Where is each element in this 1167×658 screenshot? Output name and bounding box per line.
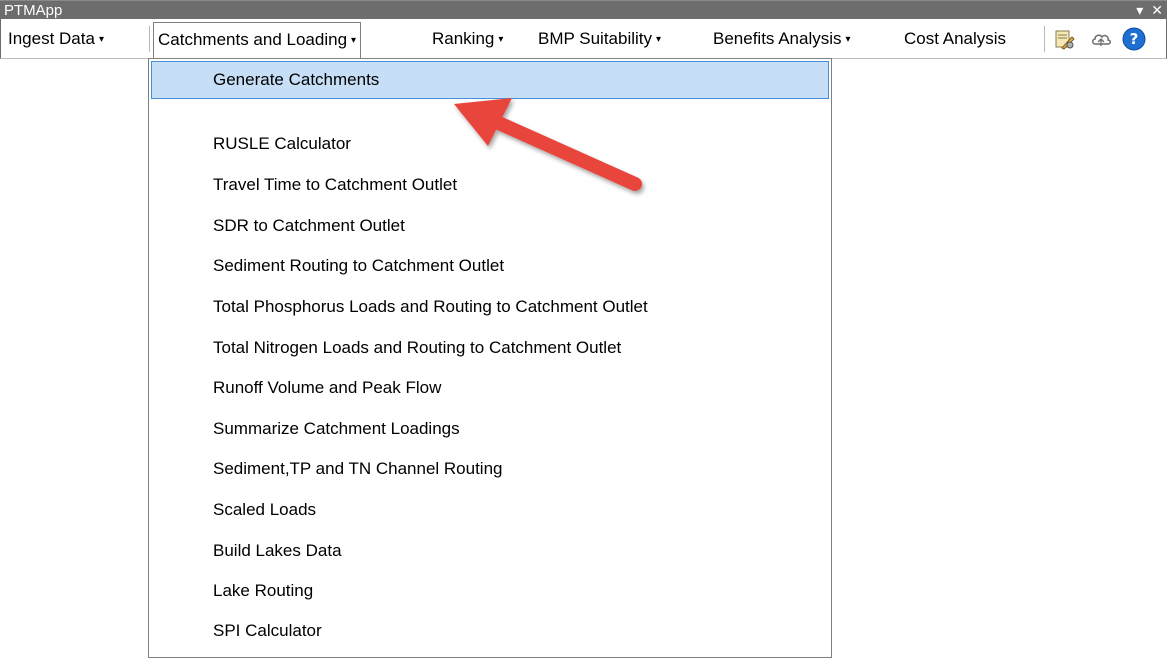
chevron-down-icon: ▾ [98,34,104,45]
help-icon[interactable]: ? [1122,27,1146,51]
chevron-down-icon: ▾ [845,34,851,45]
menu-catchments-and-loading[interactable]: Catchments and Loading ▾ [153,22,362,59]
menu-cost-analysis[interactable]: Cost Analysis [900,22,1010,56]
menu-label: BMP Suitability [538,29,653,48]
menu-item-lake-routing[interactable]: Lake Routing [151,572,829,610]
menu-label: Cost Analysis [904,29,1007,48]
toolbar-divider [149,26,150,52]
chevron-down-icon: ▾ [351,35,357,46]
toolbar-divider [1044,26,1045,52]
menu-label: Ranking [432,29,495,48]
ptmapp-toolbar: Ingest Data ▾ Catchments and Loading ▾ Ran… [0,19,1167,59]
menu-ranking[interactable]: Ranking ▾ [428,22,507,56]
close-icon[interactable]: ✕ [1151,1,1163,20]
menu-bmp-suitability[interactable]: BMP Suitability ▾ [534,22,665,56]
menu-benefits-analysis[interactable]: Benefits Analysis ▾ [709,22,855,56]
menu-item-channel-routing[interactable]: Sediment,TP and TN Channel Routing [151,450,829,488]
chevron-down-icon: ▾ [498,34,504,45]
menu-label: Benefits Analysis [713,29,842,48]
window-controls: ▾ ✕ [1136,1,1163,20]
menu-label: Ingest Data [8,29,95,48]
panel-title: PTMApp [4,2,63,19]
menu-item-runoff-volume[interactable]: Runoff Volume and Peak Flow [151,369,829,407]
menu-item-summarize-loadings[interactable]: Summarize Catchment Loadings [151,410,829,448]
tools-icon[interactable] [1053,28,1075,50]
menu-item-build-lakes-data[interactable]: Build Lakes Data [151,532,829,570]
menu-label: Catchments and Loading [158,30,348,49]
menu-item-scaled-loads[interactable]: Scaled Loads [151,491,829,529]
menu-item-total-nitrogen[interactable]: Total Nitrogen Loads and Routing to Catc… [151,329,829,367]
menu-item-total-phosphorus[interactable]: Total Phosphorus Loads and Routing to Ca… [151,288,829,326]
menu-item-sdr[interactable]: SDR to Catchment Outlet [151,207,829,245]
menu-item-spi-calculator[interactable]: SPI Calculator [151,612,829,650]
panel-title-bar: PTMApp ▾ ✕ [0,0,1167,19]
cloud-icon[interactable] [1090,28,1112,50]
chevron-down-icon: ▾ [656,34,662,45]
menu-item-sediment-routing[interactable]: Sediment Routing to Catchment Outlet [151,247,829,285]
help-glyph: ? [1130,30,1139,48]
menu-ingest-data[interactable]: Ingest Data ▾ [4,22,108,56]
annotation-arrow-icon [454,98,642,191]
panel-options-chevron-icon[interactable]: ▾ [1136,1,1143,20]
